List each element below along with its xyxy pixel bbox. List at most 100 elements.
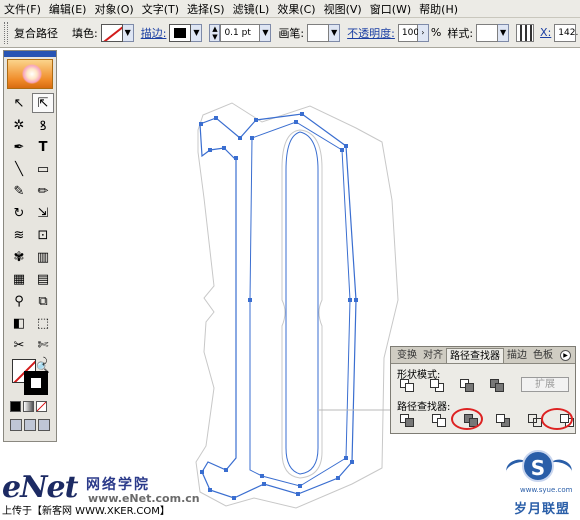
fill-label: 填色:	[72, 26, 98, 40]
anchor-points[interactable]	[199, 112, 358, 500]
panel-tabs: 变换 对齐 路径查找器 描边 色板 ▶	[391, 347, 575, 364]
add-to-shape-area-icon[interactable]	[399, 378, 415, 392]
screen-mode-row	[10, 419, 50, 431]
rectangle-icon[interactable]: ▭	[32, 159, 54, 179]
opacity-dropdown[interactable]: ›	[417, 23, 429, 42]
x-link[interactable]: X:	[540, 26, 551, 39]
enet-logo-text: eNet	[2, 470, 78, 505]
menu-effect[interactable]: 效果(C)	[277, 1, 315, 17]
pen-icon[interactable]: ✒	[8, 137, 30, 157]
control-bar-grip[interactable]	[4, 21, 8, 44]
intersect-shape-areas-icon[interactable]	[459, 378, 475, 392]
syue-s-badge-icon: S	[522, 450, 554, 482]
symbol-sprayer-icon[interactable]: ✾	[8, 247, 30, 267]
free-transform-icon[interactable]: ⊡	[32, 225, 54, 245]
tab-align[interactable]: 对齐	[420, 348, 446, 363]
color-mode-icon[interactable]	[10, 401, 21, 412]
eyedropper-icon[interactable]: ⚲	[8, 291, 30, 311]
x-field[interactable]: 142.	[554, 23, 578, 42]
line-segment-icon[interactable]: ╲	[8, 159, 30, 179]
scissors-icon[interactable]: ✄	[32, 335, 54, 355]
menu-filter[interactable]: 滤镜(L)	[233, 1, 270, 17]
stroke-weight-stepper[interactable]: ▲ ▼	[209, 23, 221, 42]
fill-swatch[interactable]	[100, 23, 123, 42]
subtract-from-shape-area-icon[interactable]	[429, 378, 445, 392]
selected-compound-path-inner[interactable]	[249, 121, 351, 487]
selected-compound-path-outer[interactable]	[199, 113, 357, 499]
opacity-link[interactable]: 不透明度:	[347, 25, 395, 41]
fill-stroke-area: ⤸	[10, 357, 52, 397]
divide-icon[interactable]	[399, 413, 415, 427]
tab-transform[interactable]: 变换	[394, 348, 420, 363]
panel-menu-icon[interactable]: ▶	[560, 350, 571, 361]
swap-fill-stroke-icon[interactable]: ⤸	[42, 357, 47, 367]
brush-swatch[interactable]	[307, 23, 330, 42]
brush-label: 画笔:	[278, 26, 305, 40]
expand-button[interactable]: 扩展	[521, 377, 569, 392]
crop-icon[interactable]	[495, 413, 511, 427]
graphic-style-swatch[interactable]	[476, 23, 499, 42]
standard-screen-mode-icon[interactable]	[10, 419, 22, 431]
warp-icon[interactable]: ≋	[8, 225, 30, 245]
illustrator-flower-logo	[7, 59, 53, 89]
trim-icon[interactable]	[431, 413, 447, 427]
slice-icon[interactable]: ✂	[8, 335, 30, 355]
tool-grid: ↖ ⇱ ✲ ꝸ ✒ T ╲ ▭ ✎ ✏ ↻ ⇲ ≋ ⊡ ✾ ▥ ▦ ▤ ⚲ ⧉ …	[8, 93, 54, 377]
scale-icon[interactable]: ⇲	[32, 203, 54, 223]
direct-selection-icon[interactable]: ⇱	[32, 93, 54, 113]
rotate-icon[interactable]: ↻	[8, 203, 30, 223]
stroke-link[interactable]: 描边:	[141, 25, 167, 41]
menu-file[interactable]: 文件(F)	[4, 1, 41, 17]
mesh-icon[interactable]: ▦	[8, 269, 30, 289]
style-dropdown[interactable]: ▼	[498, 23, 510, 42]
selected-compound-path-counter[interactable]	[285, 131, 319, 475]
tools-panel-header[interactable]	[4, 51, 56, 57]
full-screen-mode-icon[interactable]	[38, 419, 50, 431]
artboard-canvas[interactable]	[0, 0, 580, 520]
menu-select[interactable]: 选择(S)	[187, 1, 225, 17]
gradient-mode-icon[interactable]	[23, 401, 34, 412]
stroke-weight-field[interactable]: 0.1 pt	[220, 23, 261, 42]
gradient-icon[interactable]: ▤	[32, 269, 54, 289]
stroke-weight-dropdown[interactable]: ▼	[260, 23, 272, 42]
tab-swatches[interactable]: 色板	[530, 348, 556, 363]
opacity-field[interactable]: 100	[397, 23, 419, 42]
live-paint-selection-icon[interactable]: ⬚	[32, 313, 54, 333]
style-label: 样式:	[447, 26, 474, 40]
tools-panel: ↖ ⇱ ✲ ꝸ ✒ T ╲ ▭ ✎ ✏ ↻ ⇲ ≋ ⊡ ✾ ▥ ▦ ▤ ⚲ ⧉ …	[3, 50, 57, 442]
fill-dropdown[interactable]: ▼	[122, 23, 134, 42]
tab-pathfinder[interactable]: 路径查找器	[446, 348, 504, 363]
outline-guide-path	[195, 102, 399, 509]
color-mode-row	[10, 401, 47, 412]
none-mode-icon[interactable]	[36, 401, 47, 412]
percent-label: %	[430, 26, 442, 39]
full-screen-menu-mode-icon[interactable]	[24, 419, 36, 431]
pencil-icon[interactable]: ✏	[32, 181, 54, 201]
magic-wand-icon[interactable]: ✲	[8, 115, 30, 135]
paintbrush-icon[interactable]: ✎	[8, 181, 30, 201]
none-slash-icon	[101, 24, 122, 41]
column-graph-icon[interactable]: ▥	[32, 247, 54, 267]
stroke-dropdown[interactable]: ▼	[191, 23, 203, 42]
menu-help[interactable]: 帮助(H)	[419, 1, 458, 17]
menu-view[interactable]: 视图(V)	[324, 1, 362, 17]
menu-type[interactable]: 文字(T)	[142, 1, 179, 17]
minus-back-highlight-circle	[541, 408, 573, 430]
syue-watermark: S www.syue.com 岁月联盟	[503, 446, 576, 518]
upload-credit: 上传于【新客网 WWW.XKER.COM】	[2, 502, 170, 517]
selection-icon[interactable]: ↖	[8, 93, 30, 113]
blend-icon[interactable]: ⧉	[32, 291, 54, 311]
tab-stroke[interactable]: 描边	[504, 348, 530, 363]
menu-object[interactable]: 对象(O)	[94, 1, 133, 17]
menu-edit[interactable]: 编辑(E)	[49, 1, 87, 17]
lasso-icon[interactable]: ꝸ	[32, 115, 54, 135]
menu-bar: 文件(F) 编辑(E) 对象(O) 文字(T) 选择(S) 滤镜(L) 效果(C…	[0, 0, 580, 18]
brush-dropdown[interactable]: ▼	[329, 23, 341, 42]
transform-reference-icon[interactable]	[516, 23, 535, 42]
stroke-swatch[interactable]	[169, 23, 192, 42]
type-icon[interactable]: T	[32, 137, 54, 157]
stroke-color-box[interactable]	[24, 371, 48, 395]
exclude-overlapping-shape-areas-icon[interactable]	[489, 378, 505, 392]
menu-window[interactable]: 窗口(W)	[370, 1, 411, 17]
live-paint-bucket-icon[interactable]: ◧	[8, 313, 30, 333]
